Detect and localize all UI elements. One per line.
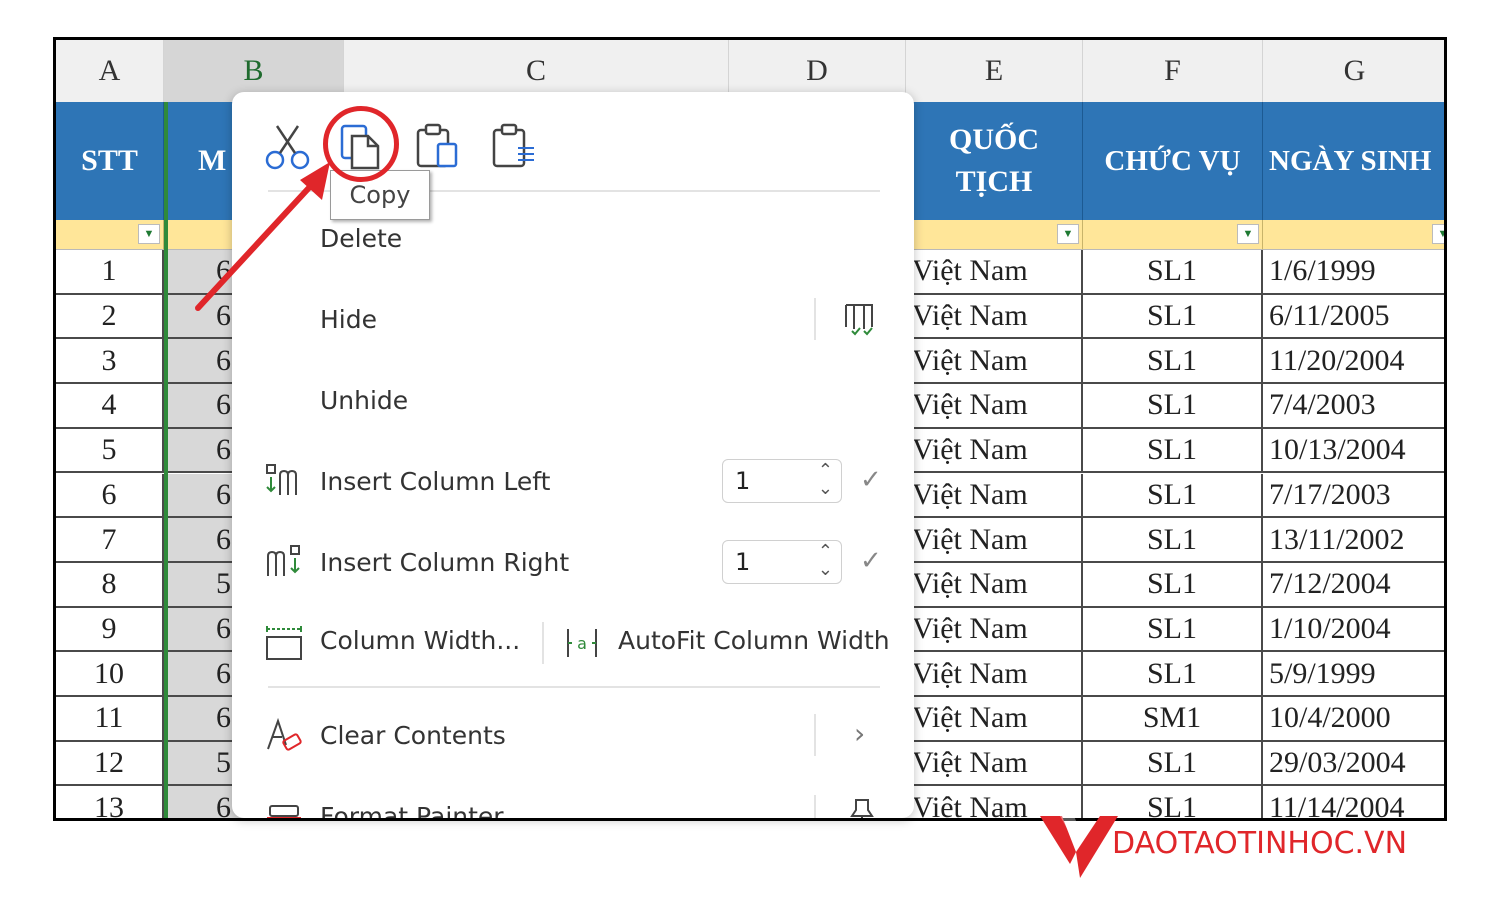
pointer-arrow-icon — [195, 162, 330, 311]
brand-logo-text: DAOTAOTINHOC.VN — [1112, 826, 1408, 861]
